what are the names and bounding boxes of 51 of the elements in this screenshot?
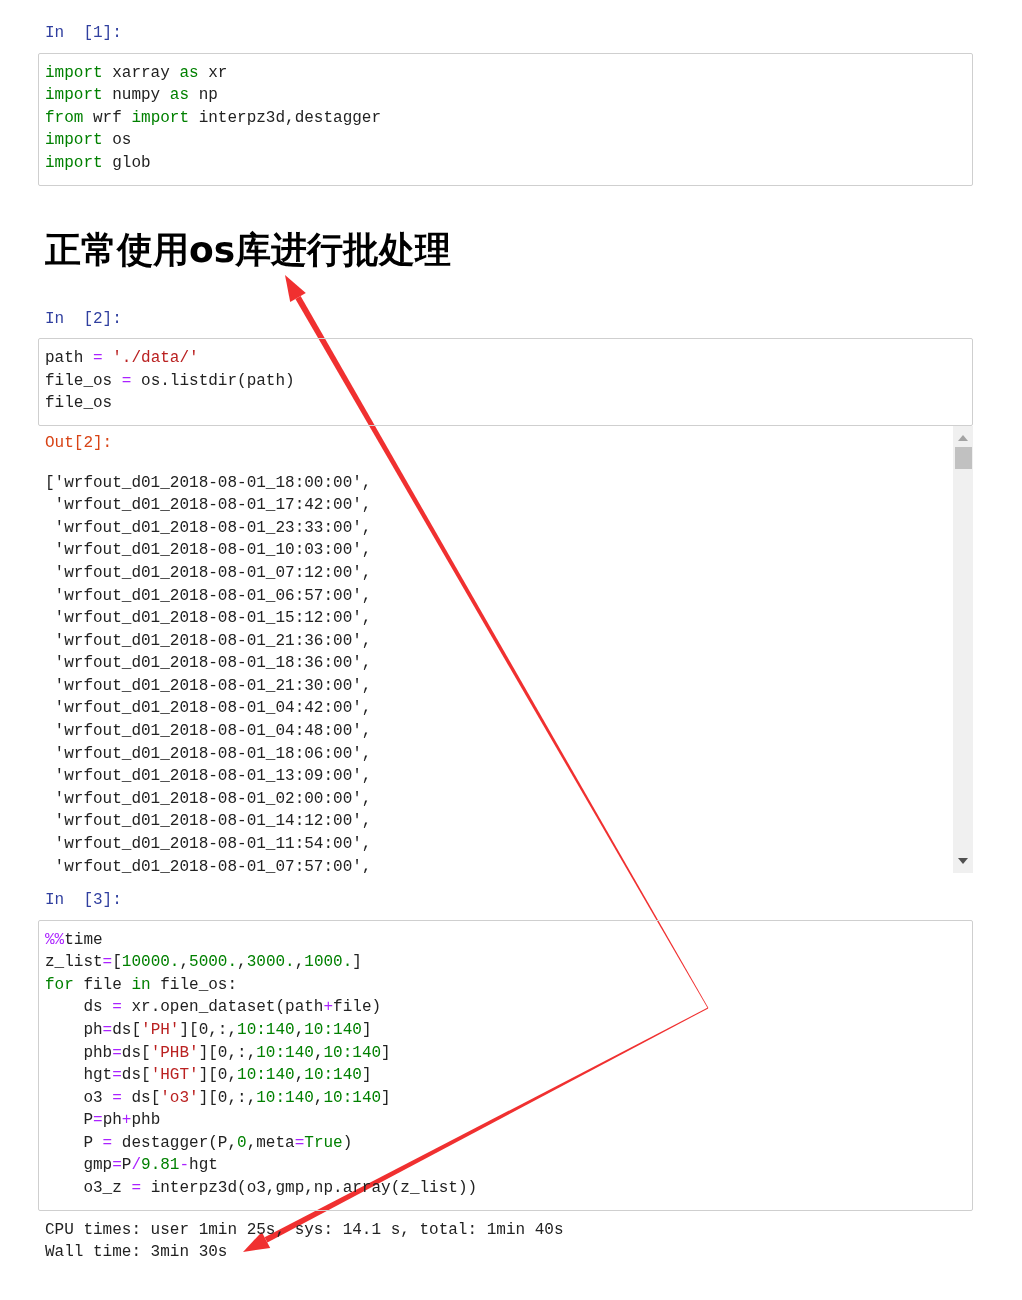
output-line: 'wrfout_d01_2018-08-01_18:06:00', [53, 743, 373, 765]
output-line: 'wrfout_d01_2018-08-01_07:12:00', [53, 562, 373, 584]
scrollbar[interactable] [953, 425, 973, 873]
input-prompt: In [1]: [44, 23, 123, 44]
input-prompt: In [2]: [44, 308, 123, 330]
output-line: 'wrfout_d01_2018-08-01_07:57:00', [53, 856, 373, 873]
output-line: 'wrfout_d01_2018-08-01_23:33:00', [53, 517, 373, 539]
output-line: 'wrfout_d01_2018-08-01_18:36:00', [53, 653, 373, 675]
code-cell[interactable]: path = './data/' file_os = os.listdir(path) file_os [38, 338, 973, 426]
code-line: import xarray as xr [45, 62, 229, 84]
code-line: P = destagger(P,0,meta=True) [82, 1132, 354, 1154]
output-line: 'wrfout_d01_2018-08-01_04:42:00', [53, 698, 373, 720]
scroll-up-icon[interactable] [958, 434, 968, 441]
code-line: file_os [45, 393, 114, 415]
code-line: file_os = os.listdir(path) [45, 370, 296, 392]
output-line: 'wrfout_d01_2018-08-01_10:03:00', [53, 540, 373, 562]
output-line: 'wrfout_d01_2018-08-01_14:12:00', [53, 811, 373, 833]
output-line: 'wrfout_d01_2018-08-01_21:30:00', [53, 675, 373, 697]
code-line: %%time [45, 929, 104, 951]
scroll-down-icon[interactable] [958, 857, 968, 864]
code-line: phb=ds['PHB'][0,:,10:140,10:140] [82, 1042, 392, 1064]
output-line: 'wrfout_d01_2018-08-01_13:09:00', [53, 766, 373, 788]
code-cell[interactable]: import xarray as xr import numpy as np from wrf import interpz3d,destagger import os import glob [38, 52, 973, 186]
code-line: for file in file_os: [45, 974, 239, 996]
code-line: z_list=[10000.,5000.,3000.,1000.] [45, 952, 363, 974]
output-line: 'wrfout_d01_2018-08-01_02:00:00', [53, 788, 373, 810]
code-line: P=ph+phb [82, 1110, 162, 1132]
code-line: ph=ds['PH'][0,:,10:140,10:140] [82, 1019, 373, 1041]
output-line: ['wrfout_d01_2018-08-01_18:00:00', [45, 472, 373, 494]
output-line: 'wrfout_d01_2018-08-01_21:36:00', [53, 630, 373, 652]
output-prompt: Out[2]: [45, 432, 114, 454]
output-line: 'wrfout_d01_2018-08-01_04:48:00', [53, 721, 373, 743]
code-line: import numpy as np [45, 85, 219, 107]
output-line: 'wrfout_d01_2018-08-01_06:57:00', [53, 585, 373, 607]
output-line: CPU times: user 1min 25s, sys: 14.1 s, total: 1min 40s [45, 1219, 565, 1241]
code-line: from wrf import interpz3d,destagger [45, 107, 383, 129]
output-line: 'wrfout_d01_2018-08-01_11:54:00', [53, 834, 373, 856]
input-prompt: In [3]: [44, 889, 123, 911]
code-line: hgt=ds['HGT'][0,10:140,10:140] [82, 1065, 373, 1087]
code-line: gmp=P/9.81-hgt [82, 1155, 219, 1177]
output-line: 'wrfout_d01_2018-08-01_15:12:00', [53, 608, 373, 630]
code-line: ds = xr.open_dataset(path+file) [82, 997, 383, 1019]
output-line: Wall time: 3min 30s [45, 1242, 229, 1264]
code-line: path = './data/' [45, 348, 200, 370]
code-line: import glob [45, 152, 152, 174]
output-line: 'wrfout_d01_2018-08-01_17:42:00', [53, 495, 373, 517]
code-line: o3 = ds['o3'][0,:,10:140,10:140] [82, 1087, 392, 1109]
code-line: import os [45, 130, 133, 152]
scrollbar-thumb[interactable] [954, 446, 972, 469]
code-cell[interactable] [38, 919, 973, 1211]
section-heading: 正常使用os库进行批处理 [44, 227, 453, 272]
